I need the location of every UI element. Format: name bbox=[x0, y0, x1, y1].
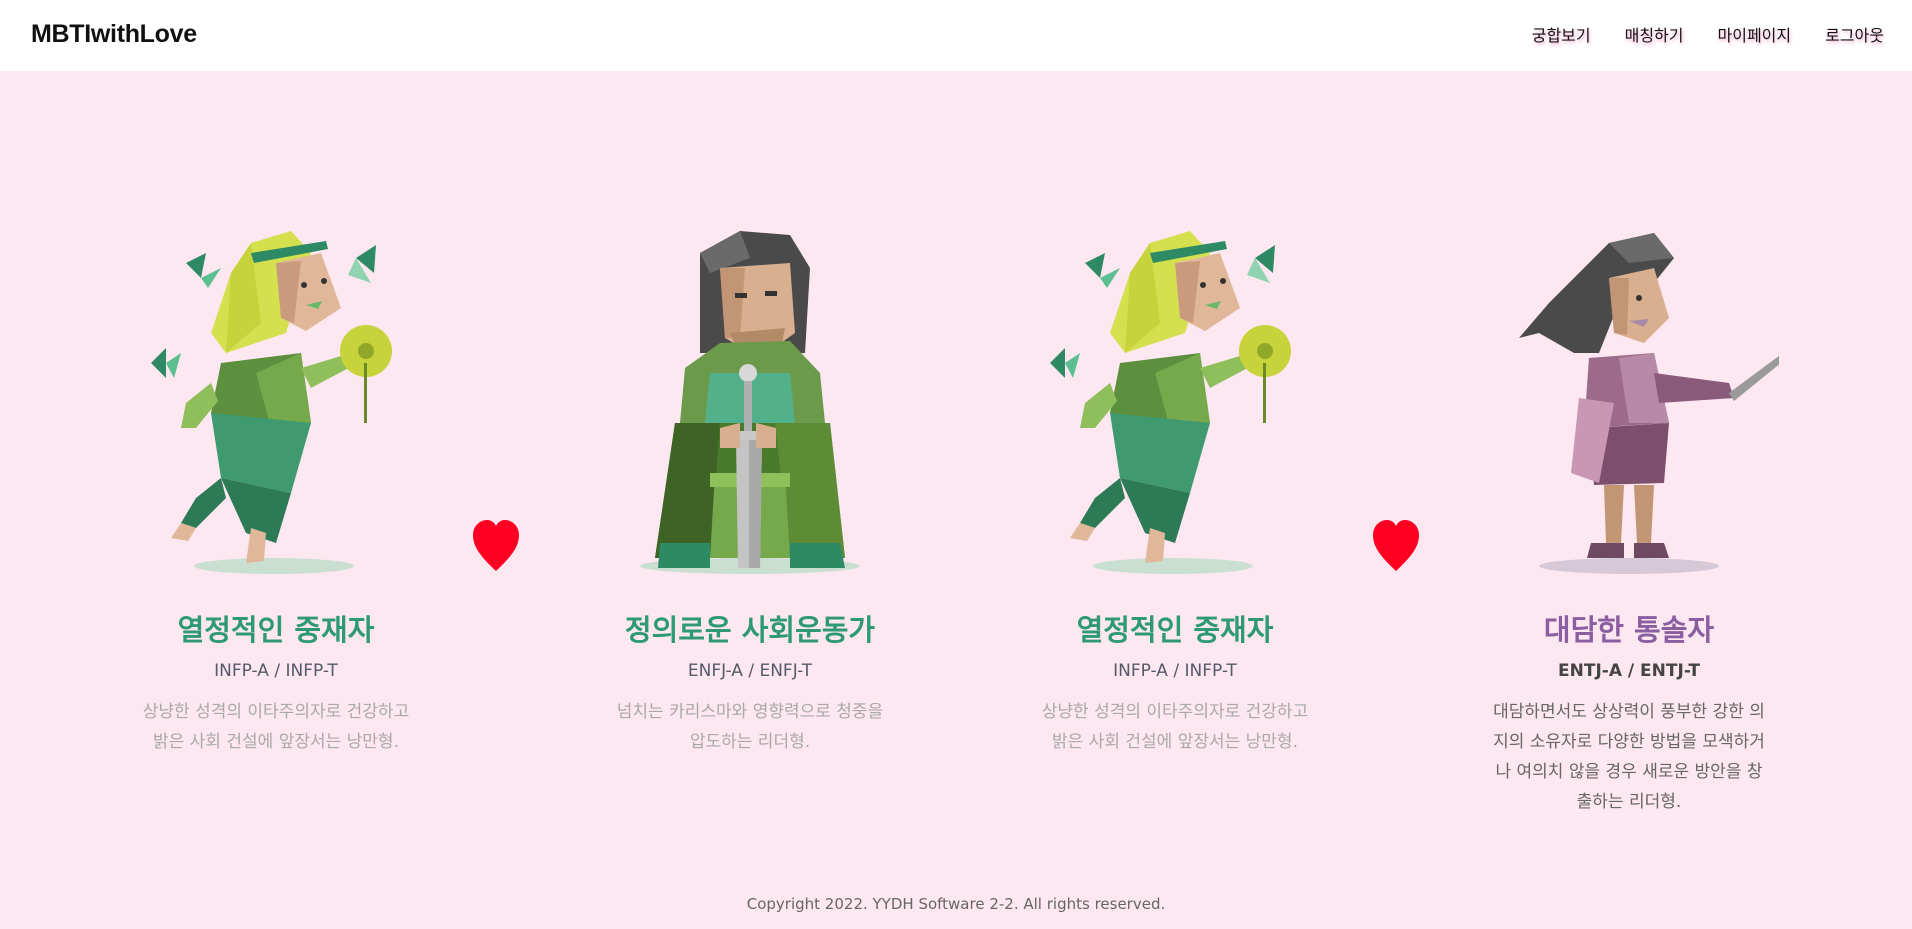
card-title: 열정적인 중재자 bbox=[1076, 613, 1274, 647]
card-types: INFP-A / INFP-T bbox=[1113, 661, 1237, 681]
card-title: 대담한 통솔자 bbox=[1543, 613, 1715, 647]
heart-icon bbox=[1373, 520, 1419, 571]
infp-character-illustration bbox=[151, 231, 392, 574]
nav-link-mypage[interactable]: 마이페이지 bbox=[1718, 22, 1792, 46]
card-title: 정의로운 사회운동가 bbox=[624, 613, 876, 647]
nav-link-logout[interactable]: 로그아웃 bbox=[1825, 22, 1884, 46]
card-description: 넘치는 카리스마와 영향력으로 청중을 압도하는 리더형. bbox=[616, 702, 884, 752]
card-description: 상냥한 성격의 이타주의자로 건강하고 밝은 사회 건설에 앞장서는 낭만형. bbox=[1041, 702, 1309, 752]
nav-links: 궁합보기 매칭하기 마이페이지 로그아웃 bbox=[1532, 22, 1884, 46]
nav-link-compatibility[interactable]: 궁합보기 bbox=[1532, 22, 1591, 46]
main-content: 열정적인 중재자 INFP-A / INFP-T 상냥한 성격의 이타주의자로 … bbox=[0, 71, 1912, 929]
card-types: INFP-A / INFP-T bbox=[214, 661, 338, 681]
infp-character-illustration bbox=[1050, 231, 1291, 574]
card-types: ENFJ-A / ENFJ-T bbox=[687, 661, 813, 681]
enfj-character-illustration bbox=[640, 231, 860, 574]
card-types: ENTJ-A / ENTJ-T bbox=[1558, 661, 1700, 681]
navbar: MBTIwithLove 궁합보기 매칭하기 마이페이지 로그아웃 bbox=[0, 0, 1912, 71]
card-title: 열정적인 중재자 bbox=[177, 613, 375, 647]
heart-icon bbox=[473, 520, 519, 571]
card-description: 상냥한 성격의 이타주의자로 건강하고 밝은 사회 건설에 앞장서는 낭만형. bbox=[142, 702, 410, 752]
personality-card-enfj: 정의로운 사회운동가 ENFJ-A / ENFJ-T 넘치는 카리스마와 영향력… bbox=[600, 223, 900, 757]
nav-link-matching[interactable]: 매칭하기 bbox=[1625, 22, 1684, 46]
personality-card-infp: 열정적인 중재자 INFP-A / INFP-T 상냥한 성격의 이타주의자로 … bbox=[126, 223, 426, 757]
entj-character-illustration bbox=[1519, 233, 1779, 574]
brand-logo[interactable]: MBTIwithLove bbox=[31, 20, 197, 49]
footer-copyright: Copyright 2022. YYDH Software 2-2. All r… bbox=[746, 895, 1166, 913]
personality-card-infp-2: 열정적인 중재자 INFP-A / INFP-T 상냥한 성격의 이타주의자로 … bbox=[1025, 223, 1325, 757]
personality-card-entj: 대담한 통솔자 ENTJ-A / ENTJ-T 대담하면서도 상상력이 풍부한 … bbox=[1479, 223, 1779, 817]
card-description: 대담하면서도 상상력이 풍부한 강한 의지의 소유자로 다양한 방법을 모색하거… bbox=[1493, 702, 1765, 812]
